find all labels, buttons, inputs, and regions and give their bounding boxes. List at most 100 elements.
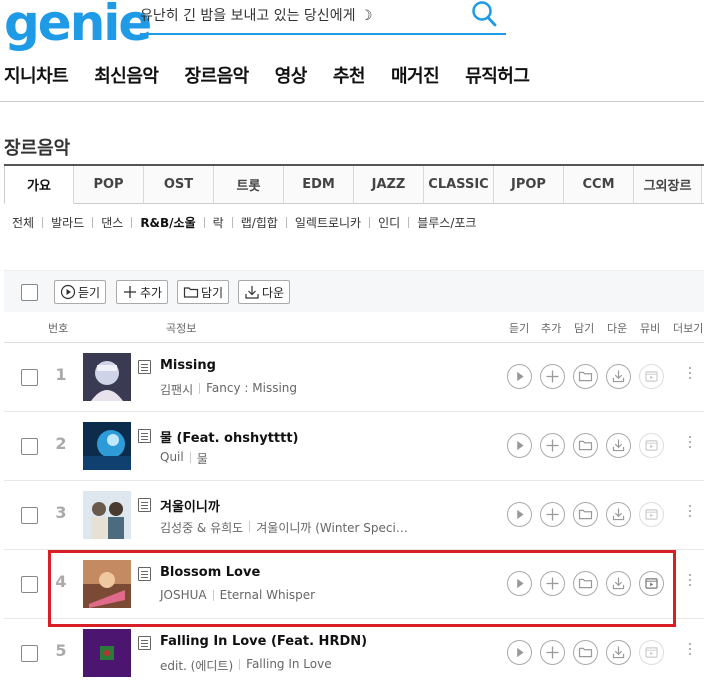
add-button[interactable]	[540, 571, 565, 596]
download-button[interactable]	[606, 640, 631, 665]
lyrics-icon[interactable]	[138, 636, 151, 650]
tab-pop[interactable]: POP	[74, 166, 144, 204]
artist-link[interactable]: JOSHUA	[160, 588, 207, 602]
song-title[interactable]: Blossom Love	[160, 565, 260, 580]
subgenre-blues-folk[interactable]: 블루스/포크	[417, 214, 476, 231]
save-button[interactable]	[573, 364, 598, 389]
subgenre-all[interactable]: 전체	[12, 214, 34, 231]
subgenre-dance[interactable]: 댄스	[101, 214, 123, 231]
lyrics-icon[interactable]	[138, 567, 151, 581]
genie-logo[interactable]: genie	[4, 0, 152, 52]
add-button[interactable]	[540, 502, 565, 527]
mv-button[interactable]	[639, 433, 664, 458]
listen-button[interactable]	[507, 571, 532, 596]
album-link[interactable]: 물	[197, 450, 208, 467]
divider	[203, 217, 205, 228]
download-button[interactable]	[606, 571, 631, 596]
lyrics-icon[interactable]	[138, 498, 151, 512]
song-checkbox[interactable]	[21, 507, 38, 524]
save-button[interactable]	[573, 571, 598, 596]
tab-ccm[interactable]: CCM	[564, 166, 634, 204]
lyrics-icon[interactable]	[138, 360, 151, 374]
more-options-icon[interactable]	[687, 436, 693, 454]
listen-button[interactable]	[507, 502, 532, 527]
more-options-icon[interactable]	[687, 574, 693, 592]
album-cover-link[interactable]	[83, 560, 131, 608]
nav-magazine[interactable]: 매거진	[391, 62, 440, 92]
nav-recommend[interactable]: 추천	[333, 62, 366, 92]
song-checkbox[interactable]	[21, 576, 38, 593]
add-selected-button[interactable]: 추가	[116, 280, 169, 304]
song-checkbox[interactable]	[21, 369, 38, 386]
add-button[interactable]	[540, 433, 565, 458]
song-title[interactable]: Missing	[160, 358, 216, 373]
nav-video[interactable]: 영상	[275, 62, 308, 92]
subgenre-ballad[interactable]: 발라드	[51, 214, 84, 231]
save-button[interactable]	[573, 502, 598, 527]
tab-classic[interactable]: CLASSIC	[424, 166, 494, 204]
add-button[interactable]	[540, 364, 565, 389]
subgenre-rock[interactable]: 락	[213, 214, 224, 231]
download-selected-button[interactable]: 다운	[238, 280, 291, 304]
album-cover-link[interactable]	[83, 491, 131, 539]
subgenre-rnb[interactable]: R&B/소울	[140, 214, 195, 231]
tab-other[interactable]: 그외장르	[634, 166, 702, 204]
download-button[interactable]	[606, 364, 631, 389]
download-button[interactable]	[606, 433, 631, 458]
search-input[interactable]	[140, 2, 460, 30]
album-link[interactable]: Eternal Whisper	[220, 588, 316, 602]
listen-button[interactable]	[507, 364, 532, 389]
album-link[interactable]: Fancy : Missing	[206, 381, 297, 398]
tab-edm[interactable]: EDM	[284, 166, 354, 204]
select-all-checkbox[interactable]	[21, 284, 38, 301]
album-link[interactable]: 겨울이니까 (Winter Speci…	[256, 519, 408, 536]
artist-link[interactable]: 김성중 & 유희도	[160, 519, 243, 536]
nav-chart[interactable]: 지니차트	[4, 62, 69, 92]
subgenre-hiphop[interactable]: 랩/힙합	[241, 214, 278, 231]
subgenre-indie[interactable]: 인디	[378, 214, 400, 231]
artist-link[interactable]: Quil	[160, 450, 184, 467]
song-title[interactable]: Falling In Love (Feat. HRDN)	[160, 634, 367, 649]
tab-trot[interactable]: 트롯	[214, 166, 284, 204]
tab-ost[interactable]: OST	[144, 166, 214, 204]
subgenre-list: 전체 발라드 댄스 R&B/소울 락 랩/힙합 일렉트로니카 인디 블루스/포크	[12, 214, 476, 231]
listen-selected-button[interactable]: 듣기	[54, 280, 107, 304]
save-button[interactable]	[573, 433, 598, 458]
more-options-icon[interactable]	[687, 367, 693, 385]
album-link[interactable]: Falling In Love	[246, 657, 331, 674]
lyrics-icon[interactable]	[138, 429, 151, 443]
album-cover-link[interactable]	[83, 629, 131, 677]
tab-jpop[interactable]: JPOP	[494, 166, 564, 204]
save-button[interactable]	[573, 640, 598, 665]
listen-button[interactable]	[507, 640, 532, 665]
tab-jazz[interactable]: JAZZ	[354, 166, 424, 204]
subgenre-electronica[interactable]: 일렉트로니카	[295, 214, 361, 231]
mv-button[interactable]	[639, 364, 664, 389]
save-selected-button[interactable]: 담기	[177, 280, 230, 304]
mv-button[interactable]	[639, 640, 664, 665]
plus-icon	[546, 439, 559, 452]
more-options-icon[interactable]	[687, 505, 693, 523]
add-button[interactable]	[540, 640, 565, 665]
mv-button[interactable]	[639, 571, 664, 596]
nav-latest[interactable]: 최신음악	[94, 62, 159, 92]
folder-icon	[578, 578, 593, 589]
album-cover-link[interactable]	[83, 422, 131, 470]
mv-button[interactable]	[639, 502, 664, 527]
tab-kpop[interactable]: 가요	[4, 166, 74, 204]
search-button[interactable]	[470, 0, 498, 30]
song-checkbox[interactable]	[21, 438, 38, 455]
song-checkbox[interactable]	[21, 645, 38, 662]
song-title[interactable]: 겨울이니까	[160, 496, 220, 515]
nav-musichug[interactable]: 뮤직허그	[465, 62, 530, 92]
song-title[interactable]: 물 (Feat. ohshytttt)	[160, 427, 299, 446]
play-icon	[517, 509, 524, 520]
download-button[interactable]	[606, 502, 631, 527]
album-cover-link[interactable]	[83, 353, 131, 401]
nav-genre[interactable]: 장르음악	[185, 62, 250, 92]
artist-link[interactable]: edit. (에디트)	[160, 657, 233, 674]
listen-button[interactable]	[507, 433, 532, 458]
add-label: 추가	[140, 285, 163, 300]
artist-link[interactable]: 김팬시	[160, 381, 193, 398]
more-options-icon[interactable]	[687, 643, 693, 661]
